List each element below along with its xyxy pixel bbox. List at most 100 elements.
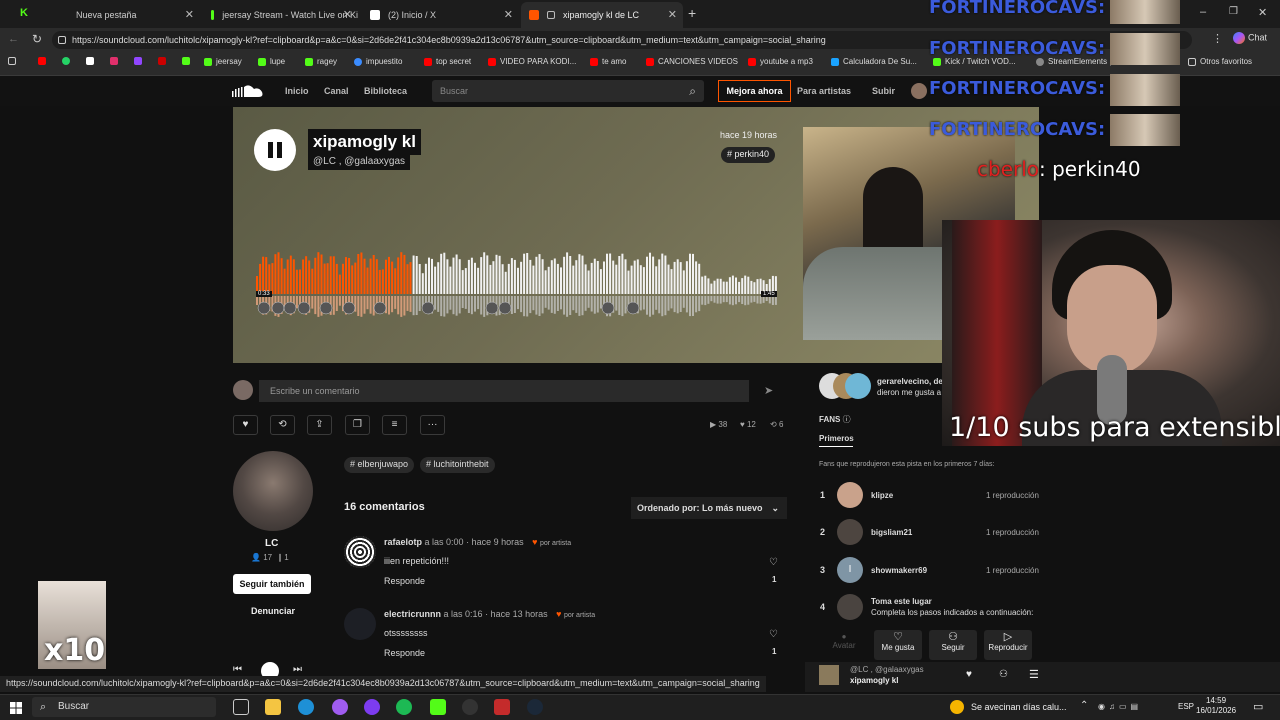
report-link[interactable]: Denunciar (251, 606, 295, 616)
hashtag[interactable]: # elbenjuwapo (344, 457, 415, 473)
new-tab-button[interactable]: + (688, 5, 696, 21)
file-explorer-icon[interactable] (265, 699, 281, 715)
repost-button[interactable]: ⟲ (270, 415, 295, 435)
waveform-comment-avatar[interactable] (498, 301, 512, 315)
waveform-comment-avatar[interactable] (421, 301, 435, 315)
track-artists[interactable]: @LC , @galaaxygas (308, 154, 411, 170)
search-input[interactable]: Buscar ⌕ (432, 80, 704, 102)
bookmark-top-secret[interactable]: top secret (424, 57, 471, 66)
bookmark-te-amo[interactable]: te amo (590, 57, 626, 66)
waveform[interactable] (256, 250, 778, 320)
bookmark-kick[interactable] (182, 57, 194, 65)
comment-timestamp[interactable]: 0:00 (446, 537, 464, 547)
bookmark-calculadora[interactable]: Calculadora De Su... (831, 57, 917, 66)
fan-action-like[interactable]: ♡ Me gusta (874, 630, 922, 660)
fan-avatar[interactable] (837, 594, 863, 620)
follow-user-icon[interactable]: ⚇ (999, 669, 1008, 680)
taskbar-search[interactable]: ⌕ Buscar (32, 697, 216, 717)
follow-button[interactable]: Seguir también (233, 574, 311, 594)
language-indicator[interactable]: ESP (1178, 702, 1194, 711)
close-icon[interactable]: ✕ (185, 8, 194, 21)
windows-start-icon[interactable] (10, 701, 22, 714)
bookmark-youtube[interactable] (38, 57, 50, 65)
nav-library[interactable]: Biblioteca (364, 86, 407, 96)
close-icon[interactable]: ✕ (668, 8, 677, 21)
close-icon[interactable]: ✕ (504, 8, 513, 21)
bookmark-jeersay[interactable]: jeersay (204, 57, 242, 66)
uploader-avatar[interactable] (233, 451, 313, 531)
reposts-stat[interactable]: ⟲ 6 (770, 420, 783, 429)
obs-icon[interactable] (462, 699, 478, 715)
queue-icon[interactable]: ☰ (1029, 668, 1039, 681)
search-icon[interactable]: ⌕ (689, 80, 696, 102)
bookmark-lupe[interactable]: lupe (258, 57, 285, 66)
tray-chevron-icon[interactable]: ⌃ (1080, 700, 1088, 711)
fan-avatar[interactable] (837, 519, 863, 545)
weather-notification[interactable]: Se avecinan días calu... (971, 702, 1067, 712)
nav-home[interactable]: Inicio (285, 86, 309, 96)
fan-avatar[interactable]: I (837, 557, 863, 583)
waveform-comment-avatar[interactable] (319, 301, 333, 315)
bookmark-other[interactable]: Otros favoritos (1188, 57, 1252, 66)
tab-x[interactable]: (2) Inicio / X ✕ (362, 2, 519, 28)
video-editor-icon[interactable] (494, 699, 510, 715)
waveform-comment-avatar[interactable] (271, 301, 285, 315)
maximize-button[interactable]: ❐ (1229, 6, 1238, 17)
close-window-button[interactable]: ✕ (1258, 6, 1267, 19)
fan-name[interactable]: bigsliam21 (871, 528, 912, 537)
user-avatar[interactable] (911, 83, 927, 99)
minimize-button[interactable]: – (1200, 6, 1206, 18)
waveform-comment-avatar[interactable] (297, 301, 311, 315)
tray-icons[interactable]: ◉♫▭▤ (1098, 702, 1168, 712)
close-icon[interactable]: ✕ (343, 8, 352, 21)
bookmark-impuestito[interactable]: impuestito (354, 57, 402, 66)
more-button[interactable]: ··· (420, 415, 445, 435)
system-clock[interactable]: 14:59 16/01/2026 (1196, 696, 1236, 716)
waveform-comment-avatar[interactable] (373, 301, 387, 315)
site-info-icon[interactable] (58, 36, 66, 44)
heart-icon[interactable]: ♥ (966, 669, 972, 680)
bookmark-canciones[interactable]: CANCIONES VIDEOS (646, 57, 738, 66)
waveform-comment-avatar[interactable] (485, 301, 499, 315)
fan-action-play[interactable]: ▷ Reproducir (984, 630, 1032, 660)
tab-soundcloud[interactable]: xipamogly kl de LC ✕ (521, 2, 683, 28)
kick-app-icon[interactable]: K (20, 8, 30, 19)
fan-name[interactable]: klipze (871, 491, 893, 500)
previous-icon[interactable]: ⏮ (233, 664, 242, 675)
player-title[interactable]: xipamogly kl (850, 676, 898, 685)
waveform-comment-avatar[interactable] (283, 301, 297, 315)
tab-new[interactable]: Nueva pestaña ✕ (50, 2, 200, 28)
upgrade-button[interactable]: Mejora ahora (718, 80, 791, 102)
add-to-playlist-button[interactable]: ≡ (382, 415, 407, 435)
fan-action-follow[interactable]: ⚇ Seguir (929, 630, 977, 660)
chat-button[interactable]: Chat (1233, 32, 1267, 44)
bookmark-youtube-mp3[interactable]: youtube a mp3 (748, 57, 813, 66)
sort-dropdown[interactable]: Ordenado por: Lo más nuevo ⌄ (631, 497, 787, 519)
messenger-icon[interactable] (332, 699, 348, 715)
bookmark-ragey[interactable]: ragey (305, 57, 337, 66)
task-view-icon[interactable] (233, 699, 249, 715)
fan-name[interactable]: showmakerr69 (871, 566, 927, 575)
spotify-icon[interactable] (396, 699, 412, 715)
reload-icon[interactable]: ↻ (32, 32, 42, 46)
waveform-comment-avatar[interactable] (257, 301, 271, 315)
nav-artists[interactable]: Para artistas (797, 86, 851, 96)
commenter-avatar[interactable] (344, 608, 376, 640)
player-artists[interactable]: @LC , @galaaxygas (850, 665, 924, 674)
bookmark-apps[interactable] (8, 57, 20, 65)
bookmark-x[interactable] (86, 57, 98, 65)
uploader-name[interactable]: LC (265, 538, 278, 549)
commenter-avatar[interactable] (344, 536, 376, 568)
waveform-comment-avatar[interactable] (342, 301, 356, 315)
nav-upload[interactable]: Subir (872, 86, 895, 96)
fan-avatar[interactable] (837, 482, 863, 508)
nav-feed[interactable]: Canal (324, 86, 349, 96)
likes-stat[interactable]: ♥ 12 (740, 420, 756, 429)
pause-button[interactable] (254, 129, 296, 171)
hashtag[interactable]: # luchitointhebit (420, 457, 495, 473)
bookmark-red[interactable] (158, 57, 170, 65)
like-button[interactable]: ♥ (233, 415, 258, 435)
comment-user[interactable]: rafaelotp (384, 537, 422, 547)
reply-link[interactable]: Responde (384, 648, 425, 658)
likers-avatars[interactable] (819, 373, 871, 399)
